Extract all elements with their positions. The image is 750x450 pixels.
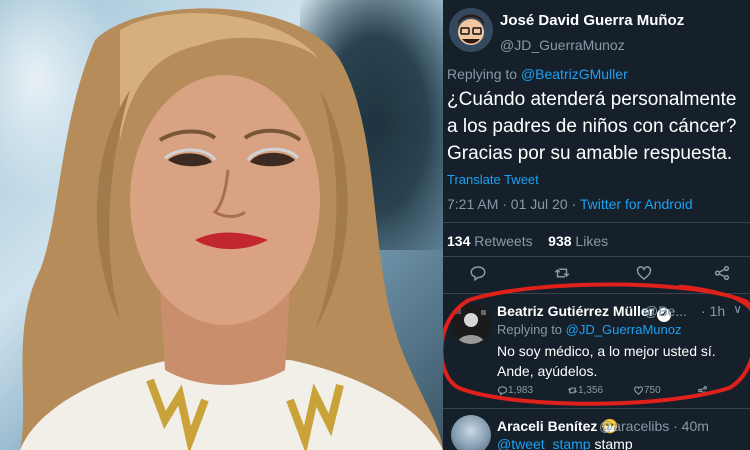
- translate-tweet-link[interactable]: Translate Tweet: [447, 172, 539, 187]
- tweet-timestamp[interactable]: 7:21 AM · 01 Jul 20 ·: [447, 196, 576, 212]
- reply-share-action[interactable]: [697, 385, 708, 399]
- author-name[interactable]: José David Guerra Muñoz: [500, 12, 684, 29]
- replying-prefix: Replying to: [447, 66, 518, 82]
- reply-replying-to: Replying to @JD_GuerraMunoz: [497, 322, 681, 337]
- next-tweet-text: @tweet_stamp stamp: [497, 436, 633, 450]
- cartoon-avatar-icon: [449, 8, 493, 52]
- reply-retweets-action[interactable]: 1,356: [567, 385, 603, 399]
- reply-likes-count: 750: [644, 385, 661, 396]
- woman-portrait-illustration: [20, 8, 443, 450]
- tweet-actions: [443, 264, 750, 288]
- reply-timestamp[interactable]: · 1h: [701, 303, 725, 319]
- reply-replies-count: 1,983: [508, 385, 534, 396]
- replying-to-link[interactable]: @BeatrizGMuller: [521, 66, 628, 82]
- next-tweet-body: stamp: [594, 436, 633, 450]
- retweet-icon[interactable]: [551, 264, 573, 286]
- reply-actions: 1,983 1,356 750: [497, 385, 747, 401]
- divider: [443, 222, 750, 223]
- like-icon[interactable]: [633, 264, 655, 286]
- share-icon[interactable]: [711, 264, 733, 286]
- likes-label[interactable]: Likes: [575, 233, 608, 249]
- tweet-meta: 7:21 AM · 01 Jul 20 · Twitter for Androi…: [447, 196, 693, 212]
- divider: [443, 293, 750, 294]
- next-author-name-text[interactable]: Araceli Benítez: [497, 418, 597, 434]
- tweet-stats: 134 Retweets 938 Likes: [447, 233, 608, 249]
- reply-likes-action[interactable]: 750: [633, 385, 661, 399]
- twitter-thread-panel: José David Guerra Muñoz @JD_GuerraMunoz …: [443, 0, 750, 450]
- tweet-text-line: ¿Cuándo atenderá personalmente: [447, 89, 737, 110]
- tweet-text-line: Gracias por su amable respuesta.: [447, 143, 733, 164]
- likes-count[interactable]: 938: [548, 233, 571, 249]
- divider: [443, 256, 750, 257]
- reply-author-handle[interactable]: @Be...: [644, 303, 687, 319]
- chevron-down-icon[interactable]: ∨: [733, 302, 742, 316]
- tweet-source[interactable]: Twitter for Android: [580, 196, 693, 212]
- like-icon: [633, 386, 644, 395]
- reply-text: No soy médico, a lo mejor usted sí. Ande…: [497, 343, 716, 379]
- reply-retweets-count: 1,356: [578, 385, 604, 396]
- reply-icon[interactable]: [467, 264, 489, 286]
- author-avatar[interactable]: [449, 8, 493, 52]
- tweet-text: ¿Cuándo atenderá personalmente a los pad…: [447, 86, 747, 167]
- share-icon: [698, 386, 707, 395]
- replying-to: Replying to @BeatrizGMuller: [447, 66, 628, 82]
- retweets-label[interactable]: Retweets: [474, 233, 532, 249]
- replying-to-link[interactable]: @JD_GuerraMunoz: [566, 322, 682, 337]
- reply-replies-action[interactable]: 1,983: [497, 385, 533, 399]
- next-author-handle[interactable]: @aracelibs · 40m: [599, 418, 709, 434]
- next-author-avatar[interactable]: [451, 415, 491, 450]
- divider: [443, 408, 750, 409]
- reply-author-name-text[interactable]: Beatriz Gutiérrez Müller: [497, 303, 654, 319]
- reply-author-avatar[interactable]: [451, 304, 491, 344]
- reply-icon: [497, 386, 508, 396]
- retweet-icon: [567, 387, 578, 394]
- news-photo: [0, 0, 443, 450]
- profile-photo-icon: [451, 304, 491, 344]
- mention-link[interactable]: @tweet_stamp: [497, 436, 591, 450]
- retweets-count[interactable]: 134: [447, 233, 470, 249]
- replying-prefix: Replying to: [497, 322, 563, 337]
- tweet-text-line: a los padres de niños con cáncer?: [447, 116, 737, 137]
- author-handle[interactable]: @JD_GuerraMunoz: [500, 37, 625, 53]
